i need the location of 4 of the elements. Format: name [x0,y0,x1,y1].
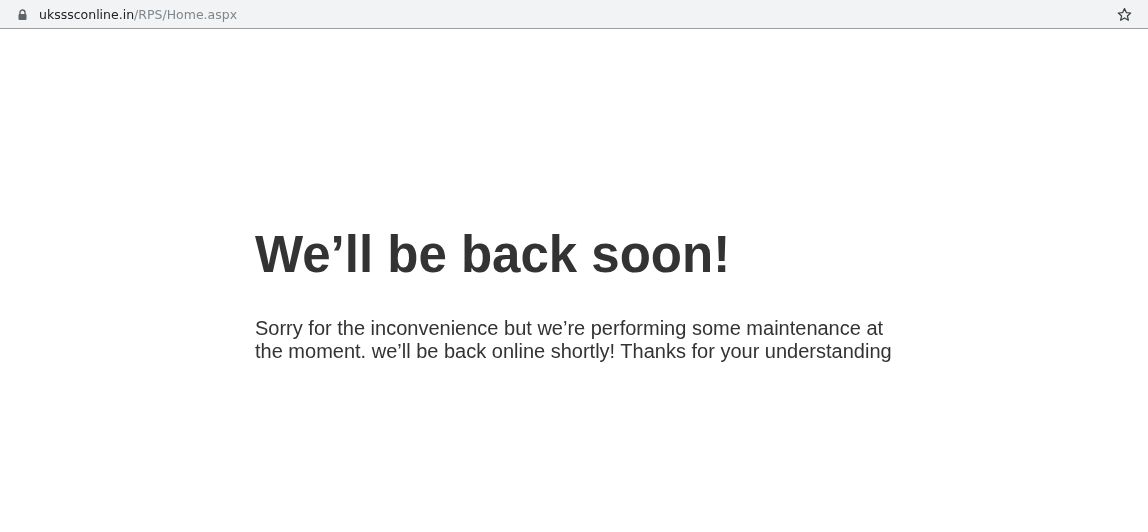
star-icon[interactable] [1117,6,1132,22]
page-heading: We’ll be back soon! [255,225,732,285]
lock-icon [18,8,27,20]
maintenance-message: Sorry for the inconvenience but we’re performing some maintenance at the moment. we’ll be back online shortly! Thanks for your understanding [255,317,893,363]
